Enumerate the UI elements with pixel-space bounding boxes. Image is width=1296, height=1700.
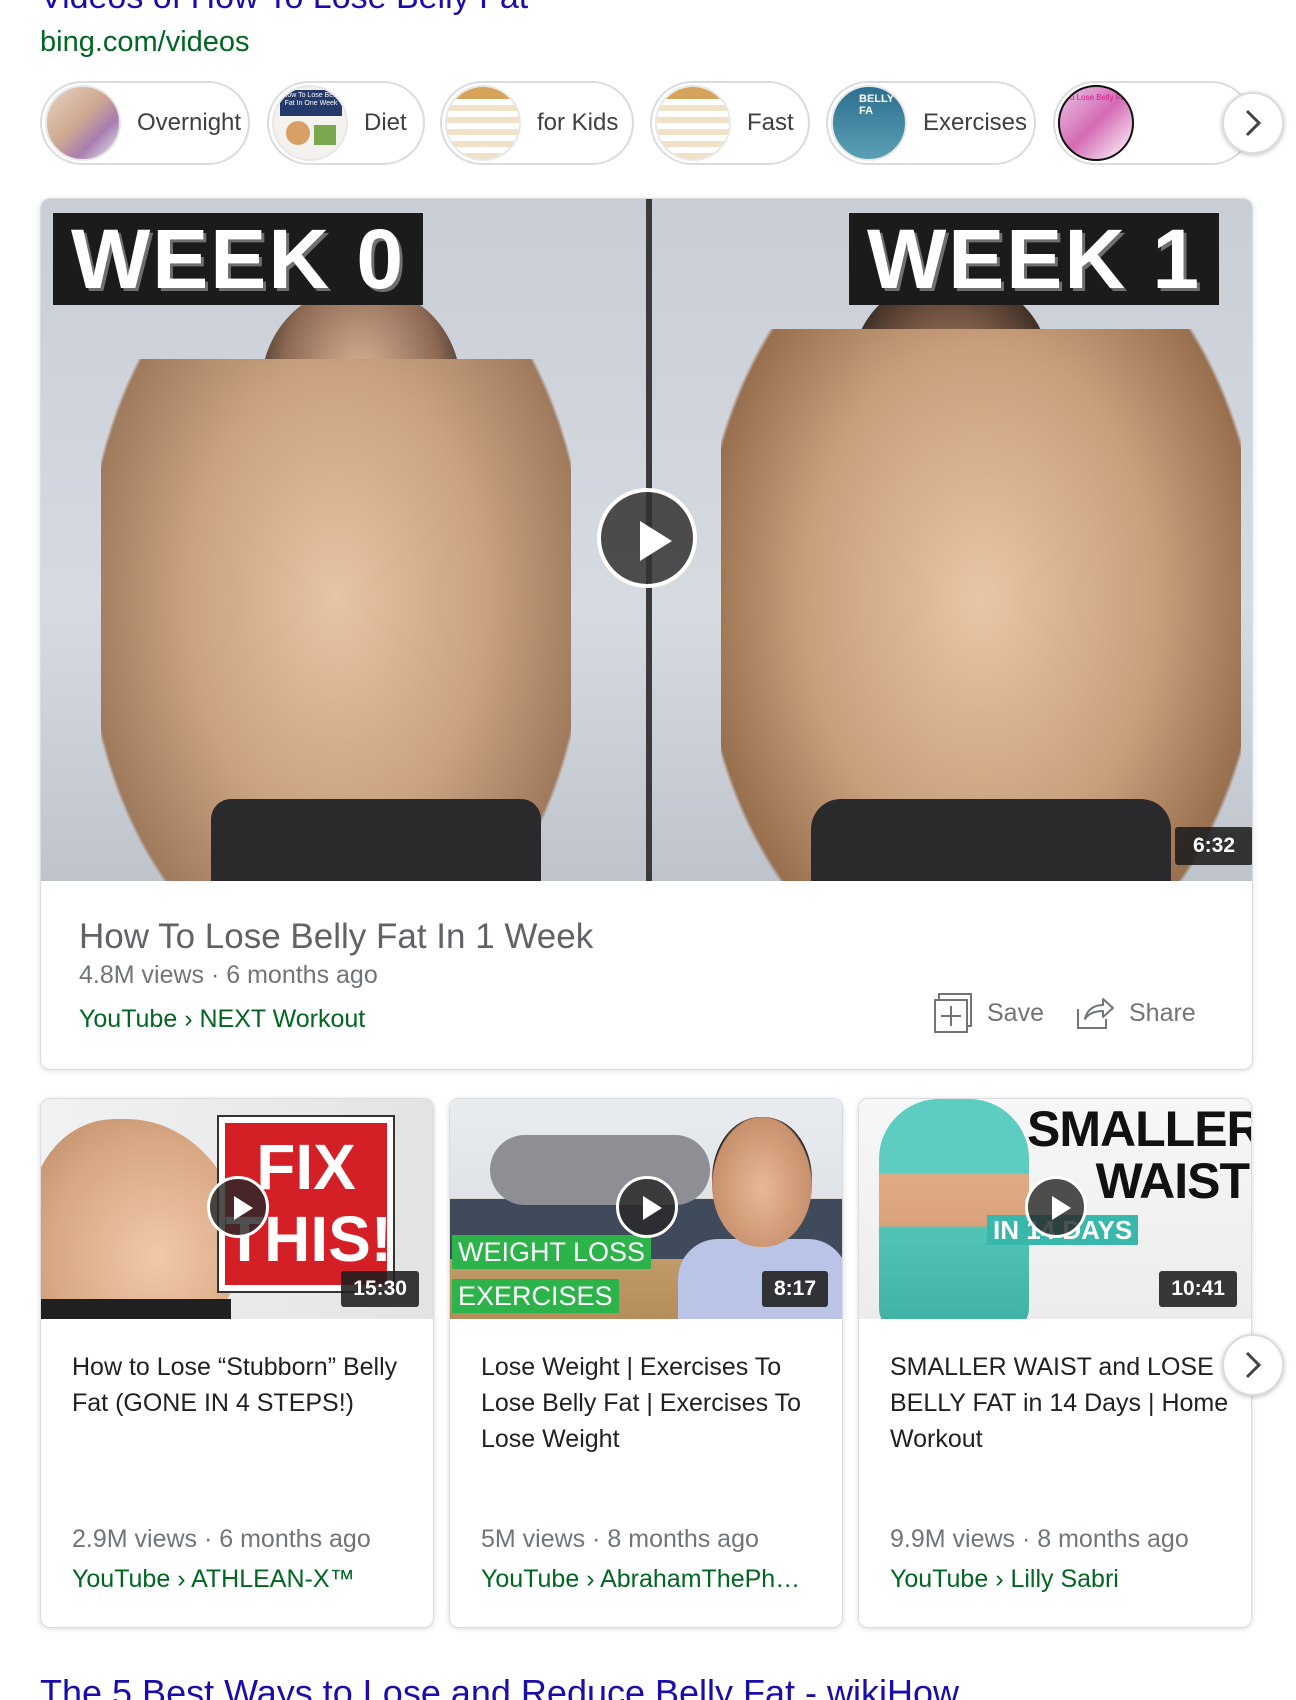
- chip-diet[interactable]: How To Lose Belly Fat In One Week Diet: [267, 81, 425, 165]
- video-thumbnail[interactable]: FIX THIS! 15:30: [41, 1099, 433, 1319]
- duration-badge: 6:32: [1175, 827, 1252, 865]
- play-icon[interactable]: [597, 488, 697, 588]
- chip-for-kids[interactable]: for Kids: [440, 81, 634, 165]
- duration-badge: 10:41: [1159, 1271, 1237, 1307]
- featured-video-title[interactable]: How To Lose Belly Fat In 1 Week: [79, 917, 593, 957]
- next-result-title-link[interactable]: The 5 Best Ways to Lose and Reduce Belly…: [40, 1672, 959, 1700]
- chip-thumb-caption: How To Lose Belly Fat In One Week: [280, 90, 342, 116]
- duration-badge: 15:30: [341, 1271, 419, 1307]
- food-icon: [286, 121, 310, 145]
- chip-thumbnail: [655, 85, 731, 161]
- video-thumbnail[interactable]: SMALLER WAIST IN 14 DAYS 10:41: [859, 1099, 1251, 1319]
- featured-video-thumbnail[interactable]: WEEK 0 WEEK 1 6:32: [41, 199, 1252, 881]
- chip-thumbnail: o Lose Belly Fa: [1058, 85, 1134, 161]
- chip-thumbnail: BELLY FA: [831, 85, 907, 161]
- chip-label: Exercises: [923, 109, 1028, 136]
- video-title[interactable]: How to Lose “Stubborn” Belly Fat (GONE I…: [72, 1349, 412, 1421]
- thumb-figure: [811, 799, 1171, 881]
- results-header-title[interactable]: Videos of How To Lose Belly Fat: [40, 0, 528, 17]
- chip-label: Diet: [364, 109, 407, 136]
- chip-overnight[interactable]: Overnight: [40, 81, 250, 165]
- chip-thumb-caption: o Lose Belly Fa: [1070, 93, 1126, 102]
- chip-thumbnail: [45, 85, 121, 161]
- video-source[interactable]: YouTube › AbrahamThePh…: [481, 1565, 826, 1594]
- chip-thumbnail: How To Lose Belly Fat In One Week: [272, 85, 348, 161]
- play-icon[interactable]: [616, 1176, 678, 1238]
- video-card[interactable]: WEIGHT LOSS EXERCISES 8:17 Lose Weight |…: [449, 1098, 843, 1628]
- video-source[interactable]: YouTube › Lilly Sabri: [890, 1565, 1235, 1594]
- chips-next-button[interactable]: [1222, 92, 1284, 154]
- thumb-label-week-1: WEEK 1: [849, 213, 1220, 305]
- save-label: Save: [987, 998, 1044, 1027]
- save-button[interactable]: Save: [933, 991, 1044, 1035]
- thumb-caption: WEIGHT LOSS: [452, 1235, 652, 1269]
- thumb-figure: [211, 799, 541, 881]
- related-searches-chips: Overnight How To Lose Belly Fat In One W…: [40, 81, 1258, 167]
- featured-video-source[interactable]: YouTube › NEXT Workout: [79, 1005, 365, 1034]
- chevron-right-icon: [1245, 109, 1262, 137]
- chip-thumbnail: [445, 85, 521, 161]
- food-icon: [314, 125, 336, 145]
- video-title[interactable]: Lose Weight | Exercises To Lose Belly Fa…: [481, 1349, 821, 1457]
- thumb-figure: [41, 1299, 231, 1319]
- thumb-figure: [879, 1099, 1029, 1319]
- results-source-url: bing.com/videos: [40, 26, 250, 58]
- featured-video-card[interactable]: WEEK 0 WEEK 1 6:32 How To Lose Belly Fat…: [40, 198, 1253, 1070]
- chevron-right-icon: [1245, 1351, 1262, 1379]
- thumb-caption: EXERCISES: [452, 1279, 619, 1313]
- chip-label: Overnight: [137, 109, 242, 136]
- duration-badge: 8:17: [761, 1271, 828, 1307]
- featured-video-meta: 4.8M views · 6 months ago: [79, 961, 378, 989]
- video-meta: 2.9M views · 6 months ago: [72, 1525, 371, 1553]
- share-label: Share: [1129, 998, 1196, 1027]
- thumb-figure: [490, 1135, 710, 1205]
- video-thumbnail[interactable]: WEIGHT LOSS EXERCISES 8:17: [450, 1099, 842, 1319]
- thumb-label-week-0: WEEK 0: [53, 213, 424, 305]
- chip-label: Fast: [747, 109, 794, 136]
- video-meta: 9.9M views · 8 months ago: [890, 1525, 1189, 1553]
- video-meta: 5M views · 8 months ago: [481, 1525, 759, 1553]
- videos-next-button[interactable]: [1222, 1334, 1284, 1396]
- play-icon[interactable]: [1025, 1176, 1087, 1238]
- add-to-collection-icon: [934, 993, 972, 1033]
- video-card[interactable]: SMALLER WAIST IN 14 DAYS 10:41 SMALLER W…: [858, 1098, 1252, 1628]
- video-source[interactable]: YouTube › ATHLEAN-X™: [72, 1565, 417, 1594]
- chip-thumb-caption: BELLY FA: [859, 93, 894, 117]
- chip-exercises[interactable]: BELLY FA Exercises: [826, 81, 1036, 165]
- share-button[interactable]: Share: [1075, 991, 1196, 1035]
- share-icon: [1077, 998, 1114, 1029]
- play-icon[interactable]: [207, 1176, 269, 1238]
- chip-fast[interactable]: Fast: [650, 81, 810, 165]
- video-title[interactable]: SMALLER WAIST and LOSE BELLY FAT in 14 D…: [890, 1349, 1230, 1457]
- video-card[interactable]: FIX THIS! 15:30 How to Lose “Stubborn” B…: [40, 1098, 434, 1628]
- chip-label: for Kids: [537, 109, 619, 136]
- thumb-figure: [712, 1117, 812, 1247]
